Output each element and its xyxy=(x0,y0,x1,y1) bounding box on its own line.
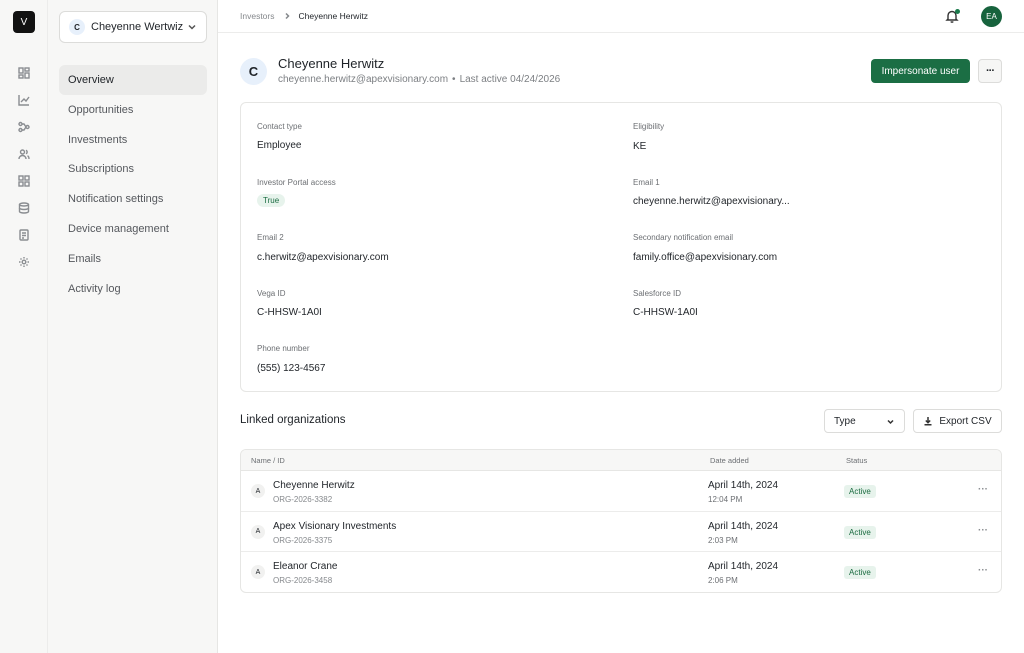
type-filter-select[interactable]: Type xyxy=(824,409,905,433)
workspace-avatar: C xyxy=(69,19,85,35)
chevron-down-icon xyxy=(887,419,894,424)
field-value-phone: (555) 123-4567 xyxy=(257,363,326,374)
date-added: April 14th, 2024 xyxy=(708,520,779,532)
user-avatar[interactable]: EA xyxy=(981,6,1002,27)
status-badge: Active xyxy=(844,525,876,539)
breadcrumb-parent[interactable]: Investors xyxy=(240,11,275,21)
sidebar-item-device-management[interactable]: Device management xyxy=(59,214,207,244)
field-label-portal-access: Investor Portal access xyxy=(257,178,336,187)
field-label-secondary-email: Secondary notification email xyxy=(633,233,734,242)
column-header-date[interactable]: Date added xyxy=(710,456,749,465)
row-menu-icon[interactable]: ··· xyxy=(978,565,988,576)
field-label-eligibility: Eligibility xyxy=(633,122,665,131)
org-avatar: A xyxy=(251,565,265,580)
database-icon[interactable] xyxy=(17,201,31,215)
impersonate-user-button[interactable]: Impersonate user xyxy=(871,59,970,83)
column-header-status[interactable]: Status xyxy=(846,456,867,465)
dashboard-icon[interactable] xyxy=(17,66,31,80)
workspace-switcher[interactable]: C Cheyenne Wertwiz xyxy=(59,11,207,43)
profile-avatar: C xyxy=(240,58,267,85)
field-value-eligibility: KE xyxy=(633,141,647,152)
status-badge: Active xyxy=(844,485,876,498)
profile-subtitle: cheyenne.herwitz@apexvisionary.com • Last … xyxy=(278,74,560,85)
table-row[interactable]: A Eleanor Crane ORG-2026-3458 April 14th… xyxy=(241,552,1001,592)
table-header: Name / ID Date added Status xyxy=(241,450,1001,471)
sidebar-nav: Overview Opportunities Investments Subsc… xyxy=(59,65,207,304)
column-header-name[interactable]: Name / ID xyxy=(251,456,285,465)
sidebar: C Cheyenne Wertwiz Overview Opportunitie… xyxy=(48,0,218,653)
profile-email: cheyenne.herwitz@apexvisionary.com xyxy=(278,74,449,85)
field-label-email-1: Email 1 xyxy=(633,178,660,187)
row-menu-icon[interactable]: ··· xyxy=(978,484,988,495)
sidebar-item-emails[interactable]: Emails xyxy=(59,244,207,274)
last-active: Last active 04/24/2026 xyxy=(459,74,561,85)
table-row[interactable]: A Apex Visionary Investments ORG-2026-33… xyxy=(241,512,1001,553)
field-label-contact-type: Contact type xyxy=(257,122,302,131)
icon-rail: V xyxy=(0,0,48,653)
document-icon[interactable] xyxy=(17,228,31,242)
time-added: 2:03 PM xyxy=(708,535,738,545)
field-label-email-2: Email 2 xyxy=(257,233,284,242)
notification-bell-icon[interactable] xyxy=(945,9,960,23)
org-name: Apex Visionary Investments xyxy=(273,520,397,532)
field-value-vega-id: C-HHSW-1A0I xyxy=(257,307,322,318)
time-added: 12:04 PM xyxy=(708,495,743,504)
users-icon[interactable] xyxy=(17,147,31,161)
sidebar-item-overview[interactable]: Overview xyxy=(59,65,207,95)
flow-icon[interactable] xyxy=(17,120,31,134)
status-badge: Active xyxy=(844,566,876,580)
org-avatar: A xyxy=(251,484,265,498)
time-added: 2:06 PM xyxy=(708,576,738,586)
type-filter-label: Type xyxy=(834,415,856,427)
table-row[interactable]: A Cheyenne Herwitz ORG-2026-3382 April 1… xyxy=(241,471,1001,512)
status-badge: True xyxy=(257,194,286,207)
workspace-name: Cheyenne Wertwiz xyxy=(91,21,184,33)
field-value-secondary-email: family.office@apexvisionary.com xyxy=(633,252,778,263)
org-id: ORG-2026-3382 xyxy=(273,495,333,504)
sidebar-item-subscriptions[interactable]: Subscriptions xyxy=(59,154,207,184)
export-csv-label: Export CSV xyxy=(939,415,992,427)
date-added: April 14th, 2024 xyxy=(708,480,779,491)
download-icon xyxy=(924,417,932,426)
field-label-vega-id: Vega ID xyxy=(257,289,286,298)
org-id: ORG-2026-3458 xyxy=(273,576,333,586)
chart-icon[interactable] xyxy=(17,93,31,107)
linked-organizations-table: Name / ID Date added Status A Cheyenne H… xyxy=(240,449,1002,593)
chevron-down-icon xyxy=(188,24,196,30)
contact-details-card: Contact type Employee Eligibility KE Inv… xyxy=(240,102,1002,392)
notification-dot xyxy=(955,9,960,14)
sidebar-item-opportunities[interactable]: Opportunities xyxy=(59,95,207,125)
org-avatar: A xyxy=(251,524,265,539)
org-name: Cheyenne Herwitz xyxy=(273,480,355,491)
field-label-salesforce-id: Salesforce ID xyxy=(633,289,682,298)
app-logo[interactable]: V xyxy=(13,11,35,33)
grid-icon[interactable] xyxy=(17,174,31,188)
org-name: Eleanor Crane xyxy=(273,561,338,573)
section-title: Linked organizations xyxy=(240,414,346,426)
sidebar-item-activity-log[interactable]: Activity log xyxy=(59,274,207,304)
org-id: ORG-2026-3375 xyxy=(273,535,333,545)
row-menu-icon[interactable]: ··· xyxy=(978,525,988,536)
date-added: April 14th, 2024 xyxy=(708,561,779,573)
gear-icon[interactable] xyxy=(17,255,31,269)
field-value-email-1: cheyenne.herwitz@apexvisionary... xyxy=(633,196,790,207)
separator-dot: • xyxy=(452,74,456,85)
chevron-right-icon xyxy=(284,12,290,20)
field-value-contact-type: Employee xyxy=(257,140,302,151)
page-title: Cheyenne Herwitz xyxy=(278,56,385,71)
sidebar-item-investments[interactable]: Investments xyxy=(59,125,207,155)
breadcrumb: Investors Cheyenne Herwitz xyxy=(240,11,368,21)
top-bar: Investors Cheyenne Herwitz xyxy=(218,0,1024,33)
export-csv-button[interactable]: Export CSV xyxy=(913,409,1002,433)
field-value-salesforce-id: C-HHSW-1A0I xyxy=(633,307,698,318)
sidebar-item-notification-settings[interactable]: Notification settings xyxy=(59,184,207,214)
field-label-phone: Phone number xyxy=(257,344,310,353)
field-value-email-2: c.herwitz@apexvisionary.com xyxy=(257,252,389,263)
breadcrumb-current: Cheyenne Herwitz xyxy=(298,11,368,21)
more-options-button[interactable]: ··· xyxy=(978,59,1002,83)
